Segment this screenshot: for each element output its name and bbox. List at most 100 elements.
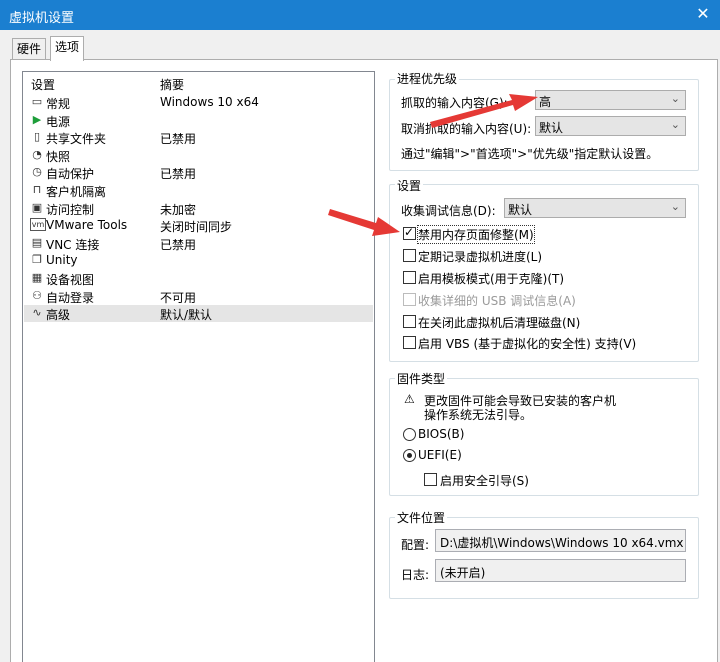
tab-options[interactable]: 选项	[50, 36, 85, 61]
list-item-summary: 已禁用	[160, 237, 197, 252]
list-item-name: Unity	[46, 253, 78, 268]
disable-memory-trim-checkbox[interactable]: ✓	[403, 225, 416, 240]
list-item-summary: 已禁用	[160, 167, 197, 182]
list-item-name: 电源	[46, 114, 71, 129]
list-item-name: VNC 连接	[46, 237, 100, 252]
ungrabbed-input-select[interactable]: 默认 ⌄	[535, 116, 686, 136]
priority-hint: 通过"编辑">"首选项">"优先级"指定默认设置。	[401, 147, 659, 161]
list-item-name: 高级	[46, 308, 71, 323]
list-item-3[interactable]: ◔ 快照	[24, 147, 373, 164]
grabbed-input-select[interactable]: 高 ⌄	[535, 90, 686, 110]
list-item-8[interactable]: ▤ VNC 连接 已禁用	[24, 235, 373, 252]
usb-debug-info-label: 收集详细的 USB 调试信息(A)	[418, 294, 576, 308]
autoprotect-icon: ◷	[32, 165, 42, 179]
list-item-name: 自动保护	[46, 167, 95, 182]
list-item-name: VMware Tools	[46, 218, 128, 233]
uefi-radio[interactable]	[403, 449, 416, 462]
log-vm-progress-checkbox[interactable]	[403, 249, 416, 262]
list-item-2[interactable]: ▯ 共享文件夹 已禁用	[24, 129, 373, 146]
list-item-summary: 不可用	[160, 290, 197, 305]
list-item-name: 常规	[46, 97, 71, 111]
advanced-icon: ∿	[32, 306, 42, 320]
list-item-name: 共享文件夹	[46, 132, 107, 147]
list-item-0[interactable]: ▭ 常规 Windows 10 x64	[24, 94, 373, 111]
firmware-group-title: 固件类型	[395, 370, 448, 387]
log-label: 日志:	[401, 568, 430, 582]
list-item-summary: Windows 10 x64	[160, 95, 259, 109]
list-header-summary: 摘要	[160, 78, 185, 92]
log-path-field[interactable]: (未开启)	[435, 559, 686, 582]
chevron-down-icon: ⌄	[670, 118, 680, 131]
list-item-7[interactable]: vm VMware Tools 关闭时间同步	[24, 217, 373, 234]
vnc-icon: ▤	[31, 235, 43, 249]
settings-group-title: 设置	[395, 177, 424, 194]
clean-disk-on-shutdown-label: 在关闭此虚拟机后清理磁盘(N)	[418, 316, 581, 330]
list-item-name: 客户机隔离	[46, 185, 107, 199]
bios-radio[interactable]	[403, 428, 416, 441]
secure-boot-checkbox[interactable]	[424, 473, 437, 486]
uefi-label: UEFI(E)	[418, 448, 462, 462]
radio-selected-dot	[407, 453, 412, 458]
ungrabbed-input-value: 默认	[539, 121, 564, 135]
warning-icon: ⚠	[404, 392, 415, 406]
list-item-4[interactable]: ◷ 自动保护 已禁用	[24, 164, 373, 181]
list-item-6[interactable]: ▣ 访问控制 未加密	[24, 200, 373, 217]
tab-hardware[interactable]: 硬件	[12, 38, 47, 60]
settings-list[interactable]: 设置 摘要 ▭ 常规 Windows 10 x64 ▶ 电源 ▯ 共享文件夹 已禁用 ◔ 快照 ◷ 自…	[22, 71, 375, 662]
list-item-summary: 未加密	[160, 202, 197, 217]
tab-hardware-label: 硬件	[17, 42, 42, 56]
device-view-icon: ▦	[31, 271, 43, 284]
list-item-5[interactable]: ⊓ 客户机隔离	[24, 182, 373, 199]
list-item-summary: 已禁用	[160, 132, 197, 147]
secure-boot-label: 启用安全引导(S)	[440, 474, 529, 488]
config-label: 配置:	[401, 538, 430, 552]
list-item-name: 访问控制	[46, 202, 95, 217]
list-item-1[interactable]: ▶ 电源	[24, 112, 373, 129]
list-header-settings: 设置	[31, 78, 56, 92]
log-vm-progress-label: 定期记录虚拟机进度(L)	[418, 250, 543, 264]
lock-icon: ⊓	[32, 183, 42, 196]
debug-info-value: 默认	[508, 203, 533, 217]
list-item-10[interactable]: ▦ 设备视图	[24, 270, 373, 287]
debug-info-select[interactable]: 默认 ⌄	[504, 198, 686, 218]
autologin-icon: ⚇	[32, 288, 42, 302]
chevron-down-icon: ⌄	[670, 92, 680, 105]
vmware-tools-icon: vm	[30, 218, 46, 232]
enable-vbs-label: 启用 VBS (基于虚拟化的安全性) 支持(V)	[418, 337, 637, 351]
firmware-warning-line2: 操作系统无法引导。	[424, 408, 533, 422]
tab-options-label: 选项	[55, 40, 80, 54]
process-priority-title: 进程优先级	[395, 70, 460, 87]
list-item-summary: 默认/默认	[160, 308, 213, 323]
config-path-field[interactable]: D:\虚拟机\Windows\Windows 10 x64.vmx	[435, 529, 686, 552]
log-path-value: (未开启)	[440, 566, 486, 580]
usb-debug-info-checkbox	[403, 293, 416, 306]
clean-disk-on-shutdown-checkbox[interactable]	[403, 315, 416, 328]
unity-icon: ❐	[32, 253, 42, 267]
debug-info-label: 收集调试信息(D):	[401, 204, 496, 218]
list-item-11[interactable]: ⚇ 自动登录 不可用	[24, 288, 373, 305]
template-mode-label: 启用模板模式(用于克隆)(T)	[418, 272, 565, 286]
enable-vbs-checkbox[interactable]	[403, 336, 416, 349]
list-item-9[interactable]: ❐ Unity	[24, 252, 373, 269]
grabbed-input-label: 抓取的输入内容(G):	[401, 96, 508, 110]
snapshot-icon: ◔	[32, 147, 42, 161]
window-title: 虚拟机设置	[9, 11, 75, 26]
config-path-value: D:\虚拟机\Windows\Windows 10 x64.vmx	[440, 536, 684, 550]
ungrabbed-input-label: 取消抓取的输入内容(U):	[401, 122, 532, 136]
list-item-name: 设备视图	[46, 273, 95, 287]
list-item-name: 快照	[46, 149, 71, 164]
file-location-title: 文件位置	[395, 509, 448, 526]
title-bar: 虚拟机设置 ✕	[0, 0, 720, 30]
shared-folder-icon: ▯	[33, 130, 41, 144]
power-play-icon: ▶	[32, 112, 42, 126]
template-mode-checkbox[interactable]	[403, 271, 416, 284]
list-item-12[interactable]: ∿ 高级 默认/默认	[24, 305, 373, 323]
close-icon[interactable]: ✕	[686, 0, 720, 30]
checkmark-icon: ✓	[404, 225, 415, 239]
general-icon: ▭	[31, 95, 43, 108]
chevron-down-icon: ⌄	[670, 200, 680, 213]
bios-label: BIOS(B)	[418, 427, 465, 441]
access-control-icon: ▣	[31, 200, 43, 214]
disable-memory-trim-label: 禁用内存页面修整(M)	[417, 225, 535, 244]
grabbed-input-value: 高	[539, 95, 552, 109]
